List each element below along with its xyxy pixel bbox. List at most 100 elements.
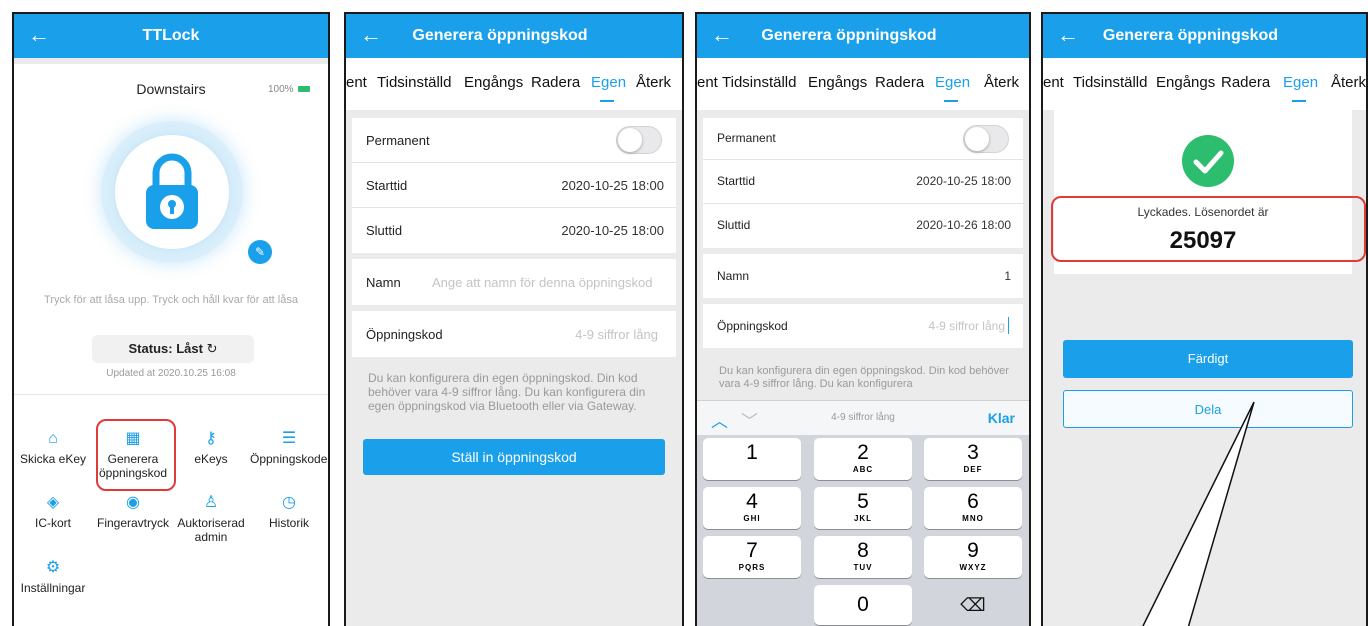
tab-erase[interactable]: Radera [531, 74, 580, 91]
key-2[interactable]: 2 ABC [814, 438, 912, 480]
passcode-success-screen: ← Generera öppningskod ent Tidsinställd … [1041, 12, 1368, 626]
passcode-input[interactable]: 4-9 siffror lång [929, 319, 1005, 333]
tab-timed[interactable]: Tidsinställd [377, 74, 451, 91]
key-0[interactable]: 0 [814, 585, 912, 625]
key-1[interactable]: 1 [703, 438, 801, 480]
start-time-value: 2020-10-25 18:00 [561, 178, 664, 193]
highlight-box [96, 419, 176, 491]
end-time-row[interactable]: Sluttid 2020-10-25 18:00 [352, 208, 676, 253]
end-time-row[interactable]: Sluttid 2020-10-26 18:00 [703, 204, 1023, 248]
tab-custom[interactable]: Egen [935, 74, 970, 91]
ekey-send-icon: ⌂ [48, 430, 58, 447]
key-6[interactable]: 6 MNO [924, 487, 1022, 529]
status-badge[interactable]: Status: Låst ↻ [92, 335, 254, 363]
end-time-value: 2020-10-25 18:00 [561, 223, 664, 238]
back-arrow-icon[interactable]: ← [711, 23, 733, 47]
header-bar: ← Generera öppningskod [346, 14, 682, 58]
admin-user-icon: ♙ [203, 494, 219, 511]
lock-home-screen: ← TTLock Downstairs 100% ✎ Tryck för att… [12, 12, 330, 626]
permanent-toggle[interactable] [616, 126, 662, 154]
screenshot-collage: ← TTLock Downstairs 100% ✎ Tryck för att… [0, 0, 1368, 626]
time-settings-card: Permanent Starttid 2020-10-25 18:00 Slut… [352, 118, 676, 253]
start-time-label: Starttid [717, 174, 756, 188]
tab-recurring[interactable]: Återk [636, 74, 671, 91]
header-bar: ← TTLock [14, 14, 328, 58]
menu-label: Auktoriserad admin [177, 516, 245, 544]
name-row[interactable]: Namn Ange att namn för denna öppningskod [352, 259, 676, 305]
menu-send-ekey[interactable]: ⌂ Skicka eKey [14, 430, 92, 466]
remote-unlock-icon[interactable]: ✎ [248, 240, 272, 264]
menu-passcodes[interactable]: ☰ Öppningskoder [250, 430, 328, 466]
padlock-icon [113, 133, 231, 251]
tab-recurring[interactable]: Återk [984, 74, 1019, 91]
active-tab-indicator [944, 100, 958, 102]
menu-ic-card[interactable]: ◈ IC-kort [14, 494, 92, 530]
key-9[interactable]: 9 WXYZ [924, 536, 1022, 578]
start-time-row[interactable]: Starttid 2020-10-25 18:00 [352, 163, 676, 208]
battery-level: 100% [268, 84, 294, 95]
name-input[interactable]: Ange att namn för denna öppningskod [432, 275, 652, 290]
tab-one-time[interactable]: Engångs [808, 74, 867, 91]
pointer-arrow [1142, 401, 1255, 626]
ic-card-icon: ◈ [46, 494, 60, 511]
menu-label: eKeys [194, 452, 228, 466]
menu-label: Fingeravtryck [96, 516, 170, 530]
tab-custom[interactable]: Egen [591, 74, 626, 91]
back-arrow-icon[interactable]: ← [360, 23, 382, 47]
tab-permanent[interactable]: ent [346, 74, 367, 91]
passcode-entry-screen: ← Generera öppningskod ent Tidsinställd … [695, 12, 1031, 626]
menu-label: Öppningskoder [250, 452, 330, 466]
fingerprint-icon: ◉ [126, 494, 140, 511]
key-3[interactable]: 3 DEF [924, 438, 1022, 480]
start-time-row[interactable]: Starttid 2020-10-25 18:00 [703, 160, 1023, 204]
tab-one-time[interactable]: Engångs [464, 74, 523, 91]
settings-gear-icon: ⚙ [45, 559, 61, 576]
unlock-hint: Tryck för att låsa upp. Tryck och håll k… [44, 294, 298, 306]
name-input[interactable]: 1 [1004, 269, 1011, 283]
passcode-row[interactable]: Öppningskod 4-9 siffror lång [352, 311, 676, 357]
end-time-label: Sluttid [717, 218, 751, 232]
end-time-value: 2020-10-26 18:00 [916, 218, 1011, 232]
tab-timed[interactable]: Tidsinställd [722, 74, 796, 91]
tab-erase[interactable]: Radera [875, 74, 924, 91]
menu-fingerprint[interactable]: ◉ Fingeravtryck [94, 494, 172, 530]
permanent-row: Permanent [703, 118, 1023, 160]
refresh-icon[interactable]: ↻ [207, 341, 218, 356]
passcode-form-screen: ← Generera öppningskod ent Tidsinställd … [344, 12, 684, 626]
page-title: Generera öppningskod [412, 27, 588, 44]
history-icon: ◷ [282, 494, 296, 511]
key-8[interactable]: 8 TUV [814, 536, 912, 578]
key-7[interactable]: 7 PQRS [703, 536, 801, 578]
tab-permanent[interactable]: ent [697, 74, 718, 91]
ekeys-icon: ⚷ [205, 430, 217, 447]
key-5[interactable]: 5 JKL [814, 487, 912, 529]
set-passcode-button[interactable]: Ställ in öppningskod [363, 439, 665, 475]
active-tab-indicator [600, 100, 614, 102]
help-text: Du kan konfigurera din egen öppningskod.… [719, 365, 1009, 390]
passcode-input[interactable]: 4-9 siffror lång [575, 327, 658, 342]
help-text: Du kan konfigurera din egen öppningskod.… [368, 371, 646, 413]
menu-label: Inställningar [20, 581, 86, 595]
unlock-button[interactable] [101, 121, 243, 263]
permanent-row: Permanent [352, 118, 676, 163]
status-label: Status: [128, 341, 173, 356]
menu-authorized-admin[interactable]: ♙ Auktoriserad admin [172, 494, 250, 544]
name-row[interactable]: Namn 1 [703, 254, 1023, 298]
name-label: Namn [366, 275, 401, 290]
menu-label: Historik [268, 516, 309, 530]
start-time-value: 2020-10-25 18:00 [916, 174, 1011, 188]
backspace-icon[interactable]: ⌫ [924, 585, 1022, 625]
passcode-row[interactable]: Öppningskod 4-9 siffror lång [703, 304, 1023, 348]
menu-settings[interactable]: ⚙ Inställningar [14, 559, 92, 595]
keyboard-done-button[interactable]: Klar [988, 410, 1015, 426]
header-bar: ← Generera öppningskod [697, 14, 1029, 58]
menu-history[interactable]: ◷ Historik [250, 494, 328, 530]
start-time-label: Starttid [366, 178, 408, 193]
menu-ekeys[interactable]: ⚷ eKeys [172, 430, 250, 466]
divider [14, 394, 328, 395]
back-arrow-icon[interactable]: ← [28, 23, 50, 47]
key-4[interactable]: 4 GHI [703, 487, 801, 529]
text-cursor [1008, 317, 1009, 334]
permanent-toggle[interactable] [963, 125, 1009, 153]
battery-icon [298, 86, 310, 92]
